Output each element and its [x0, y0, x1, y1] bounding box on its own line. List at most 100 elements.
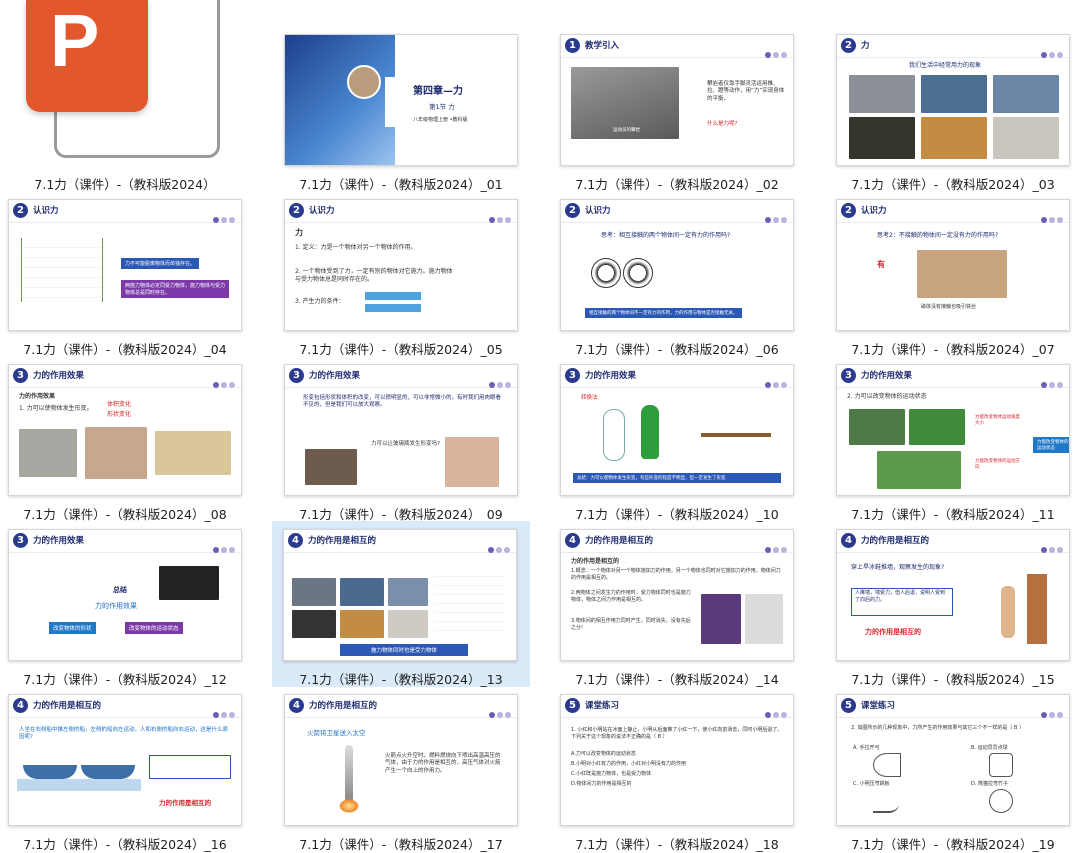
section-title: 力的作用效果 — [585, 371, 637, 381]
section-number: 2 — [841, 203, 856, 218]
condition-box-2 — [365, 304, 421, 312]
section-number: 3 — [13, 368, 28, 383]
section-number: 5 — [565, 698, 580, 713]
effect-shape-button: 改变物体的形状 — [49, 622, 96, 634]
section-title: 力的作用是相互的 — [309, 701, 378, 711]
section-number: 2 — [13, 203, 28, 218]
section-title: 课堂练习 — [861, 701, 896, 711]
photo-grid-3 — [388, 578, 428, 606]
photo-grid-2 — [340, 578, 384, 606]
glass-tube-graphic — [603, 409, 625, 461]
wall-graphic — [1027, 574, 1047, 644]
photo-drink — [993, 117, 1059, 159]
photo-spring — [155, 431, 231, 475]
slide-thumbnail: 3 力的作用效果 总结 力的作用效果 改变物体的形状 改变物体的运动状态 — [8, 529, 242, 661]
slide-thumbnail: 3 力的作用效果 形变包括形状和体积的改变，可以很明显的，可以非常微小的，有时我们… — [284, 364, 518, 496]
section-number: 1 — [565, 38, 580, 53]
photo-bottle — [305, 449, 357, 485]
section-title: 力的作用效果 — [861, 371, 913, 381]
file-tile-0[interactable]: P 7.1力（课件）-（教科版2024） — [0, 0, 270, 192]
slide-tile-11[interactable]: 3 力的作用效果 2. 力可以改变物体的运动状态 力能改变物体运动速度大小 力能改… — [828, 330, 1080, 522]
note-box-purple: 两施力物体必定同受力物体，施力物体与受力物体总是同时存在。 — [121, 280, 229, 298]
slide-tile-17[interactable]: 4 力的作用是相互的 火箭将卫星送入太空 火箭点火升空时，燃料燃烧向下喷出高温高压… — [276, 660, 546, 852]
question-text: 穿上旱冰鞋推墙，观察发生的现象? — [851, 564, 945, 571]
slide-tile-12[interactable]: 3 力的作用效果 总结 力的作用效果 改变物体的形状 改变物体的运动状态 7.1力… — [0, 495, 270, 687]
photo-ball-squeeze — [19, 429, 77, 477]
point-2: 2. 一个物体受到了力，一定有别的物体对它施力。施力物体与受力物体总是同时存在的… — [295, 268, 453, 284]
method-label: 转换法 — [581, 395, 598, 401]
slide-tile-04[interactable]: 2 认识力 力不可能脱离物体而单独存在。 两施力物体必定同受力物体，施力物体与受力… — [0, 165, 270, 357]
photo-label: 磁体没有接触也吸引铁丝 — [921, 304, 977, 310]
magnet-photo — [917, 250, 1007, 298]
slide-tile-03[interactable]: 2力 我们生活中经常用力的现象 7.1力（课件）-（教科版2024）_03 — [828, 0, 1080, 192]
summary-box: 总结：力可以使物体发生形变，有些形变的程度不明显，但一定发生了形变 — [573, 473, 781, 483]
section-number: 4 — [565, 533, 580, 548]
slide-tile-08[interactable]: 3 力的作用效果 力的作用效果 1. 力可以使物体发生形变。 体积变化 形状变化 … — [0, 330, 270, 522]
photo-dough — [921, 117, 987, 159]
section-title: 力的作用效果 — [33, 371, 85, 381]
powerpoint-letter: P — [50, 0, 100, 82]
photo-pitch — [877, 451, 961, 489]
label-state: 力能改变物体的运动状态 — [1033, 437, 1069, 453]
slide-tile-05[interactable]: 2 认识力 力 1. 定义：力是一个物体对另一个物体的作用。 2. 一个物体受到了… — [276, 165, 546, 357]
slide-tile-14[interactable]: 4 力的作用是相互的 力的作用是相互的 1.概念：一个物体对另一个物体施加力的作用… — [552, 495, 822, 687]
section-number: 4 — [288, 533, 303, 548]
cover-info: 八年级物理上册 •教科版 — [413, 117, 468, 123]
section-title: 力 — [861, 41, 870, 51]
slide-tile-07[interactable]: 2 认识力 思考2：不接触的物体间一定没有力的作用吗? 有 磁体没有接触也吸引铁丝… — [828, 165, 1080, 357]
conclusion-text: 力的作用是相互的 — [159, 799, 211, 807]
slide-tile-01[interactable]: 第四章—力 第1节 力 八年级物理上册 •教科版 7.1力（课件）-（教科版20… — [276, 0, 546, 192]
slide-thumbnail: 3 力的作用效果 转换法 总结：力可以使物体发生形变，有些形变的程度不明显，但一定… — [560, 364, 794, 496]
slide-thumbnail: 3 力的作用效果 2. 力可以改变物体的运动状态 力能改变物体运动速度大小 力能改… — [836, 364, 1070, 496]
think-question: 思考：相互接触的两个物体间一定有力的作用吗? — [601, 232, 731, 239]
cover-title: 第四章—力 — [413, 86, 463, 97]
slide-tile-18[interactable]: 5 课堂练习 1. 小红和小明站在冰面上静止，小明从后面推了小红一下，使小红向前滑… — [552, 660, 822, 852]
option-d: D.物体间力的作用是相互的 — [571, 781, 632, 787]
cover-subtitle: 第1节 力 — [429, 103, 455, 111]
photo-grid-6 — [388, 610, 428, 638]
powerpoint-icon: P — [26, 0, 148, 112]
section-title: 力的作用效果 — [33, 536, 85, 546]
photo-football — [849, 409, 905, 445]
slide-tile-16[interactable]: 4 力的作用是相互的 人坐在右侧船中推左侧的船，左侧的船向左运动，人和右侧的船向右… — [0, 660, 270, 852]
slide-tile-19[interactable]: 5 课堂练习 2. 如图所示的几种现象中，力所产生的作用效果与其它三个不一样的是（… — [828, 660, 1080, 852]
cover-image — [285, 35, 395, 165]
section-title: 力的作用是相互的 — [308, 536, 377, 546]
cover-circle-image — [347, 65, 381, 99]
boat-right — [81, 765, 135, 779]
section-title: 力的作用是相互的 — [585, 536, 654, 546]
slide-thumbnail: 4 力的作用是相互的 施力物体同时也是受力物体 — [283, 529, 517, 661]
section-number: 3 — [565, 368, 580, 383]
slide-thumbnail: 4 力的作用是相互的 火箭将卫星送入太空 火箭点火升空时，燃料燃烧向下喷出高温高压… — [284, 694, 518, 826]
video-thumbnail — [159, 566, 219, 600]
condition-box-1 — [365, 292, 421, 300]
summary-box: 施力物体同时也是受力物体 — [340, 644, 468, 656]
explanation-box — [149, 755, 231, 779]
slide-caption: 7.1力（课件）-（教科版2024）_16 — [23, 837, 227, 852]
panda-sketch — [989, 789, 1013, 813]
slide-heading: 力的作用效果 — [19, 393, 56, 400]
slide-thumbnail: 2 认识力 思考：相互接触的两个物体间一定有力的作用吗? 相互接触的两个物体间不一… — [560, 199, 794, 331]
section-title: 认识力 — [861, 206, 887, 216]
green-bottle-graphic — [641, 405, 659, 459]
rocket-text: 火箭点火升空时，燃料燃烧向下喷出高温高压的气体，由于力的作用是相互的，高压气体对… — [385, 753, 501, 774]
point-1: 1. 力可以使物体发生形变。 — [19, 405, 93, 412]
answer-text: 有 — [877, 260, 885, 269]
photo-car — [849, 75, 915, 113]
slide-tile-15[interactable]: 4 力的作用是相互的 穿上旱冰鞋推墙，观察发生的现象? 人推墙，墙受力，但人后退，… — [828, 495, 1080, 687]
table-graphic — [701, 433, 771, 437]
option-b: B.小明对小红有力的作用，小红对小明没有力的作用 — [571, 761, 687, 767]
section-number: 3 — [289, 368, 304, 383]
option-b: B. 运动员罚点球 — [971, 745, 1008, 751]
definition-text: 1. 定义：力是一个物体对另一个物体的作用。 — [295, 244, 417, 251]
section-number: 3 — [13, 533, 28, 548]
intro-text: 攀岩者仅靠手脚灵活运用推、拉、蹬等动作，用“力”实现身体的平衡， — [707, 81, 785, 102]
slide-tile-02[interactable]: 1 教学引入 运动员的攀岩 攀岩者仅靠手脚灵活运用推、拉、蹬等动作，用“力”实现身… — [552, 0, 822, 192]
section-number: 4 — [13, 698, 28, 713]
slide-tile-10[interactable]: 3 力的作用效果 转换法 总结：力可以使物体发生形变，有些形变的程度不明显，但一定… — [552, 330, 822, 522]
slide-heading: 力 — [295, 228, 303, 237]
photo-person — [745, 594, 783, 644]
question-text: 力可以让玻璃瓶发生形变吗? — [371, 441, 440, 447]
slide-tile-09[interactable]: 3 力的作用效果 形变包括形状和体积的改变，可以很明显的，可以非常微小的，有时我们… — [276, 330, 546, 522]
slide-tile-06[interactable]: 2 认识力 思考：相互接触的两个物体间一定有力的作用吗? 相互接触的两个物体间不一… — [552, 165, 822, 357]
